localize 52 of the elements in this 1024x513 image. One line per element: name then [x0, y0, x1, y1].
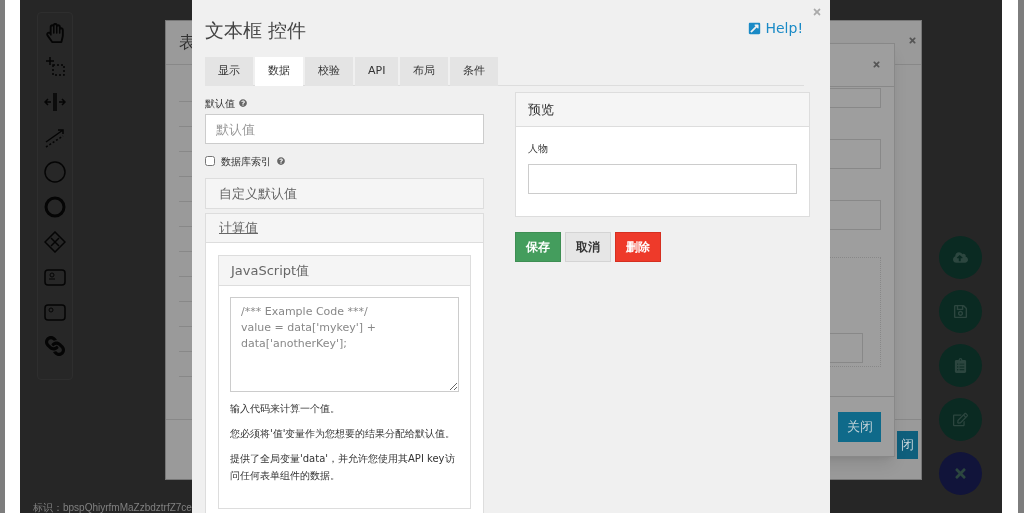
clipboard-icon: [953, 358, 968, 373]
external-link-icon: [748, 22, 762, 35]
help-icon[interactable]: [239, 99, 247, 107]
space-tool-icon[interactable]: [44, 91, 66, 113]
thick-circle-icon[interactable]: [44, 196, 66, 218]
floating-action-button[interactable]: [939, 398, 982, 441]
close-button[interactable]: 关闭: [838, 412, 881, 442]
close-button[interactable]: 闭: [897, 431, 918, 459]
close-icon: [953, 466, 968, 481]
connect-tool-icon[interactable]: [44, 126, 66, 148]
input-field[interactable]: [528, 164, 797, 194]
floating-action-button[interactable]: [939, 290, 982, 333]
tab[interactable]: 显示: [205, 57, 253, 86]
floating-action-button[interactable]: [939, 452, 982, 495]
help-text: 您必须将'值'变量作为您想要的结果分配给默认值。: [230, 427, 457, 441]
close-icon[interactable]: [812, 7, 822, 17]
save-icon: [953, 304, 968, 319]
floating-action-button[interactable]: [939, 344, 982, 387]
edit-icon: [953, 412, 968, 427]
upload-icon: [953, 250, 968, 265]
help-text: 输入代码来计算一个值。: [230, 402, 341, 416]
panel-title: 预览: [528, 100, 554, 119]
dialog-title: 文本框 控件: [205, 18, 307, 43]
checkbox[interactable]: [205, 156, 215, 166]
tab[interactable]: 数据: [255, 57, 303, 86]
checkbox-label: 数据库索引: [221, 154, 271, 169]
panel-title: JavaScript值: [231, 261, 310, 280]
close-icon[interactable]: [872, 60, 881, 69]
help-icon[interactable]: [277, 157, 285, 165]
section-header[interactable]: 自定义默认值: [205, 178, 484, 209]
input-field[interactable]: 默认值: [205, 114, 484, 144]
circle-icon[interactable]: [44, 161, 66, 183]
field-label: 默认值: [205, 96, 235, 111]
link-icon[interactable]: [45, 336, 65, 356]
service-task-icon[interactable]: [44, 301, 66, 323]
diamond-icon[interactable]: [44, 231, 66, 253]
delete-button[interactable]: 删除: [615, 232, 661, 262]
user-task-icon[interactable]: [44, 266, 66, 288]
lasso-tool-icon[interactable]: [44, 56, 66, 78]
tab[interactable]: 校验: [305, 57, 353, 86]
cancel-button[interactable]: 取消: [565, 232, 611, 262]
hand-tool-icon[interactable]: [45, 23, 65, 43]
close-icon[interactable]: [908, 36, 917, 45]
tab[interactable]: 条件: [450, 57, 499, 86]
field-label: 人物: [528, 142, 549, 156]
code-editor[interactable]: /*** Example Code ***/ value = data['mykey'] + data['anotherKey'];: [230, 297, 459, 392]
tab[interactable]: 布局: [400, 57, 449, 86]
tab[interactable]: API: [355, 57, 399, 86]
id-text: 标识：bpspQhiyrfmMaZzbdztrfZ7ce: [33, 501, 192, 513]
section-title[interactable]: 计算值: [219, 218, 258, 238]
floating-action-button[interactable]: [939, 236, 982, 279]
help-text: 提供了全局变量'data'，并允许您使用其API key访问任何表单组件的数据。: [230, 452, 456, 483]
